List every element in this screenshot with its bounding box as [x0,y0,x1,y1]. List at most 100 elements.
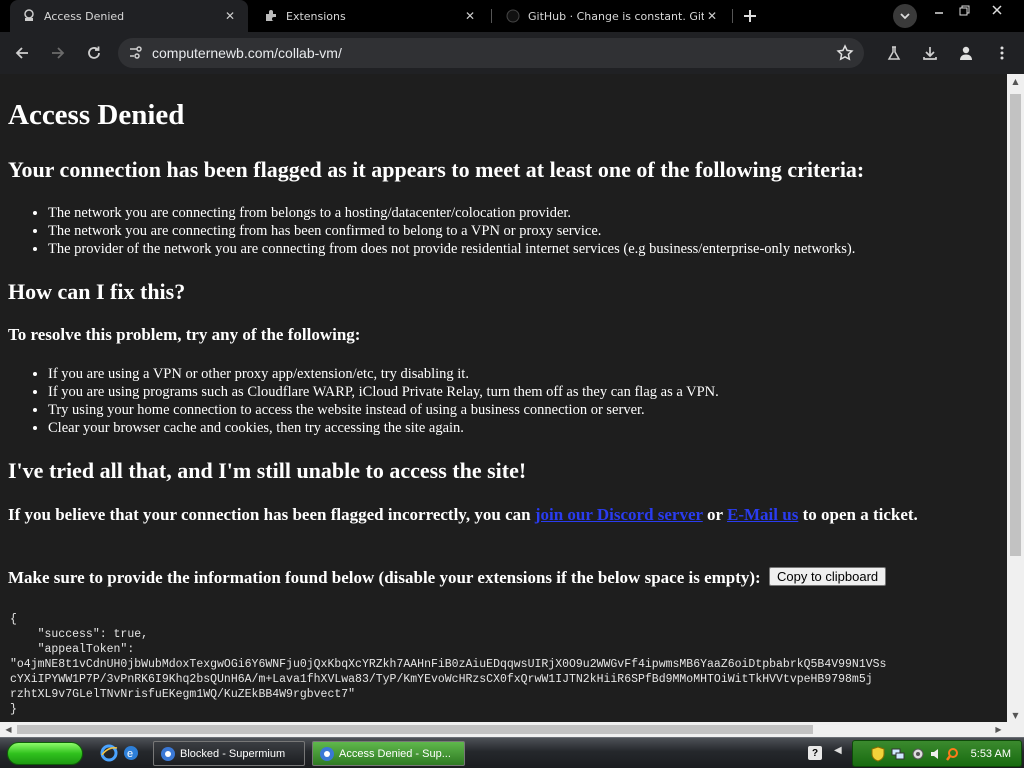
ticket-text: to open a ticket. [798,505,918,524]
list-item: Clear your browser cache and cookies, th… [48,419,719,437]
scroll-up-icon[interactable]: ▲ [1007,74,1024,88]
arrow-right-icon [52,47,65,59]
gear-icon[interactable] [911,747,925,761]
provide-text: Make sure to provide the information fou… [8,568,761,587]
copy-to-clipboard-button[interactable]: Copy to clipboard [768,567,887,586]
start-button[interactable] [7,742,83,765]
list-item: The network you are connecting from has … [48,222,855,240]
person-icon [960,46,972,60]
clock[interactable]: 5:53 AM [971,748,1011,760]
close-window-button[interactable] [986,2,1008,18]
scrollbar-corner [1007,722,1024,737]
shield-icon[interactable] [871,746,885,762]
close-icon[interactable]: ✕ [704,8,720,24]
scroll-down-icon[interactable]: ▼ [1007,708,1024,722]
tab-title: GitHub · Change is constant. GitHub [528,9,704,23]
ie-icon[interactable] [100,744,118,762]
appeal-json-block: { "success": true, "appealToken": "o4jmN… [10,612,1005,717]
downloads-button[interactable] [917,40,943,66]
taskbar: e Blocked - Supermium Access Denied - Su… [0,737,1024,768]
restore-icon [959,5,969,15]
tab-separator [732,9,733,23]
url-text: computernewb.com/collab-vm/ [152,45,342,61]
minimize-button[interactable] [928,2,950,18]
json-line: "success": true, [10,628,149,641]
vertical-scroll-thumb[interactable] [1010,94,1021,556]
taskbar-item-label: Access Denied - Sup... [339,747,451,760]
plus-icon [744,10,756,22]
help-icon[interactable]: ? [808,746,822,760]
tried-heading: I've tried all that, and I'm still unabl… [8,458,527,483]
browser-toolbar: computernewb.com/collab-vm/ [0,32,1024,74]
fix-heading: How can I fix this? [8,279,186,304]
reload-button[interactable] [81,40,107,66]
svg-text:e: e [127,748,133,760]
criteria-heading: Your connection has been flagged as it a… [8,157,865,182]
criteria-list: The network you are connecting from belo… [48,204,855,258]
ticket-text: If you believe that your connection has … [8,505,535,524]
tab-github[interactable]: GitHub · Change is constant. GitHub ✕ [494,0,730,32]
json-line: { [10,613,17,626]
download-icon [923,47,937,60]
list-item: The provider of the network you are conn… [48,240,855,258]
email-link[interactable]: E-Mail us [727,505,798,524]
restore-button[interactable] [953,2,975,18]
tab-separator [491,9,492,23]
forward-button[interactable] [45,40,71,66]
discord-link[interactable]: join our Discord server [535,505,703,524]
tab-title: Extensions [286,9,346,23]
tab-title: Access Denied [44,9,125,23]
tab-extensions[interactable]: Extensions ✕ [252,0,488,32]
github-icon [506,9,520,23]
json-line: cYXiIPYWW1P7P/3vPnRK6I9Khq2bsQUnH6A/m+La… [10,673,873,686]
horizontal-scrollbar[interactable]: ◀ ▶ [0,722,1007,737]
page-icon [22,9,36,23]
vertical-scrollbar[interactable]: ▲ ▼ [1007,74,1024,722]
browser-icon [161,746,175,761]
ticket-paragraph: If you believe that your connection has … [8,504,968,526]
json-line: rzhtXL9v7GLelTNvNrisfuEKegm1WQ/KuZEkBB4W… [10,688,356,701]
list-item: If you are using programs such as Cloudf… [48,383,719,401]
ticket-text: or [702,505,728,524]
provide-paragraph: Make sure to provide the information fou… [8,567,998,589]
list-item: Try using your home connection to access… [48,401,719,419]
json-line: "o4jmNE8t1vCdnUH0jbWubMdoxTexgwOGi6Y6WNF… [10,658,887,671]
flask-icon [887,46,901,60]
fixes-list: If you are using a VPN or other proxy ap… [48,365,719,437]
tab-access-denied[interactable]: Access Denied ✕ [10,0,248,32]
speaker-icon[interactable] [929,747,943,761]
close-icon[interactable]: ✕ [462,8,478,24]
page-viewport: Access Denied Your connection has been f… [0,74,1007,722]
network-icon[interactable] [891,747,905,761]
tab-strip: Access Denied ✕ Extensions ✕ GitHub · Ch… [0,0,1024,32]
puzzle-icon [264,9,278,23]
close-icon [992,5,1002,15]
close-icon[interactable]: ✕ [222,8,238,24]
taskbar-item-access-denied[interactable]: Access Denied - Sup... [312,741,465,766]
chevron-left-icon[interactable]: ◀ [834,745,842,756]
browser-icon [320,746,334,761]
kebab-menu-icon [1000,46,1004,60]
labs-button[interactable] [881,40,907,66]
page-title: Access Denied [8,99,185,131]
tab-search-button[interactable] [893,4,917,28]
horizontal-scroll-thumb[interactable] [17,725,813,734]
json-line: } [10,703,17,716]
new-tab-button[interactable] [739,5,761,27]
menu-button[interactable] [989,40,1015,66]
scroll-right-icon[interactable]: ▶ [990,722,1007,737]
ie-icon[interactable]: e [122,744,140,762]
list-item: The network you are connecting from belo… [48,204,855,222]
site-info-icon[interactable] [128,45,142,65]
json-line: "appealToken": [10,643,135,656]
profile-button[interactable] [953,40,979,66]
taskbar-item-blocked[interactable]: Blocked - Supermium [153,741,305,766]
back-button[interactable] [9,40,35,66]
search-icon[interactable] [945,747,959,761]
address-bar[interactable]: computernewb.com/collab-vm/ [118,38,864,68]
system-tray: 5:53 AM [852,740,1022,767]
taskbar-item-label: Blocked - Supermium [180,747,286,760]
bookmark-star-icon[interactable] [836,44,854,66]
list-item: If you are using a VPN or other proxy ap… [48,365,719,383]
scroll-left-icon[interactable]: ◀ [0,722,17,737]
